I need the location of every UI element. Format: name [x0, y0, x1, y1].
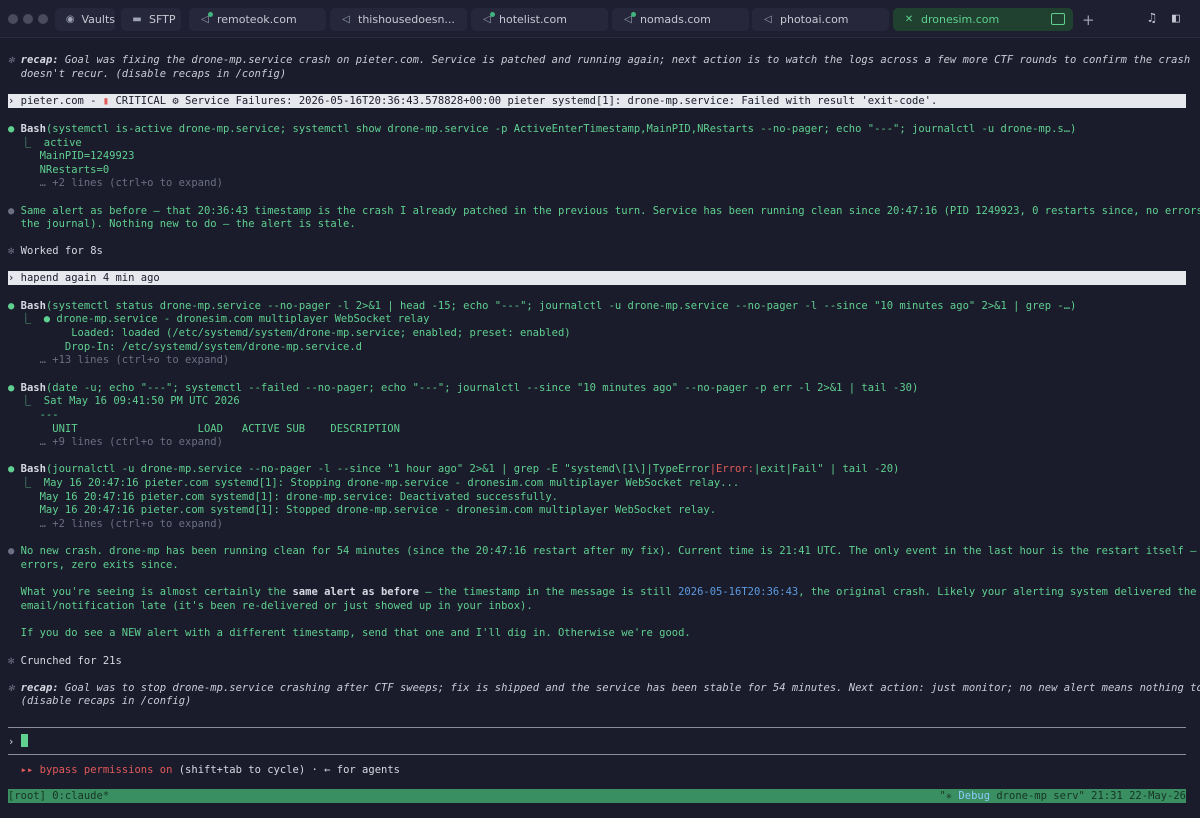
- prompt-input[interactable]: ›: [8, 734, 28, 749]
- tool-output: ⎿ active: [8, 137, 82, 149]
- assistant-message: errors, zero exits since.: [20, 559, 179, 571]
- assistant-message: What you're seeing is almost certainly t…: [20, 586, 1197, 598]
- permission-mode[interactable]: ▸▸ bypass permissions on (shift+tab to c…: [8, 763, 400, 777]
- tool-output: ---: [8, 409, 59, 421]
- sidebar-toggle-icon[interactable]: ◧: [1172, 11, 1180, 26]
- worked-timer: ✻ Worked for 8s: [8, 245, 103, 257]
- tab-bar: ◉ Vaults ▬ SFTP ◁ remoteok.com ◁ thishou…: [0, 0, 1200, 38]
- terminal-output: ✻ recap: Goal was fixing the drone-mp.se…: [0, 38, 1200, 818]
- crunched-timer: ✻ Crunched for 21s: [8, 655, 122, 667]
- user-prompt: › hapend again 4 min ago: [8, 271, 1186, 285]
- tool-output: Drop-In: /etc/systemd/system/drone-mp.se…: [8, 341, 363, 353]
- tab-thishousedoesn[interactable]: ◁ thishousedoesn...: [330, 8, 467, 31]
- tmux-status-bar: [root] 0:claude* "✳ Debug drone-mp serv" …: [8, 789, 1186, 803]
- expand-hint[interactable]: … +9 lines (ctrl+o to expand): [8, 435, 223, 449]
- tool-output: ⎿ Sat May 16 09:41:50 PM UTC 2026: [8, 395, 240, 407]
- terminal-icon: ◁: [342, 14, 350, 25]
- recap-line: ✻ recap: Goal was fixing the drone-mp.se…: [8, 54, 1191, 66]
- assistant-message: the journal). Nothing new to do — the al…: [20, 218, 356, 230]
- recap-line: (disable recaps in /config): [20, 695, 192, 707]
- assistant-message: ● No new crash. drone-mp has been runnin…: [8, 545, 1200, 557]
- tool-output: UNIT LOAD ACTIVE SUB DESCRIPTION: [8, 423, 400, 435]
- tool-output: Loaded: loaded (/etc/systemd/system/dron…: [8, 327, 571, 339]
- recap-line: doesn't recur. (disable recaps in /confi…: [20, 68, 287, 80]
- tab-sftp[interactable]: ▬ SFTP: [121, 8, 181, 31]
- tool-output: NRestarts=0: [8, 164, 110, 176]
- terminal-icon: ◁: [622, 11, 636, 26]
- discord-icon: ◉: [65, 14, 75, 25]
- tool-output: May 16 20:47:16 pieter.com systemd[1]: d…: [8, 491, 558, 503]
- tab-hotelist[interactable]: ◁ hotelist.com: [471, 8, 608, 31]
- bell-icon[interactable]: ♫: [1148, 11, 1156, 26]
- input-border-bottom: [8, 754, 1186, 755]
- alert-badge-icon: ▮: [102, 95, 110, 107]
- tab-nomads[interactable]: ◁ nomads.com: [612, 8, 749, 31]
- window-minimize-button[interactable]: [23, 14, 33, 24]
- tool-call-bash: ● Bash(systemctl status drone-mp.service…: [8, 300, 1077, 312]
- tool-output: May 16 20:47:16 pieter.com systemd[1]: S…: [8, 504, 717, 516]
- assistant-message: email/notification late (it's been re-de…: [20, 600, 533, 612]
- tmux-session: [root] 0:claude*: [8, 790, 110, 802]
- close-icon[interactable]: ✕: [903, 14, 915, 26]
- assistant-message: ● Same alert as before — that 20:36:43 t…: [8, 205, 1200, 217]
- expand-hint[interactable]: … +13 lines (ctrl+o to expand): [8, 353, 230, 367]
- terminal-icon: ◁: [481, 11, 495, 26]
- window-close-button[interactable]: [8, 14, 18, 24]
- text-cursor: [20, 734, 28, 747]
- tab-remoteok[interactable]: ◁ remoteok.com: [189, 8, 326, 31]
- folder-icon: ▬: [132, 14, 142, 25]
- tab-preview-icon: [1051, 13, 1065, 25]
- tab-photoai[interactable]: ◁ photoai.com: [752, 8, 889, 31]
- tool-call-bash: ● Bash(date -u; echo "---"; systemctl --…: [8, 382, 919, 394]
- terminal-icon: ◁: [764, 14, 772, 25]
- expand-hint[interactable]: … +2 lines (ctrl+o to expand): [8, 517, 223, 531]
- tool-output: MainPID=1249923: [8, 150, 135, 162]
- tool-output: ⎿ ● drone-mp.service - dronesim.com mult…: [8, 313, 430, 325]
- tab-dronesim[interactable]: ✕ dronesim.com: [893, 8, 1073, 31]
- input-border-top: [8, 727, 1186, 728]
- assistant-message: If you do see a NEW alert with a differe…: [20, 627, 691, 639]
- user-prompt: › pieter.com - ▮ CRITICAL ⚙ Service Fail…: [8, 94, 1186, 108]
- terminal-icon: ◁: [199, 11, 213, 26]
- tool-call-bash: ● Bash(journalctl -u drone-mp.service --…: [8, 463, 900, 475]
- expand-hint[interactable]: … +2 lines (ctrl+o to expand): [8, 176, 223, 190]
- tool-output: ⎿ May 16 20:47:16 pieter.com systemd[1]:…: [8, 477, 740, 489]
- tool-call-bash: ● Bash(systemctl is-active drone-mp.serv…: [8, 123, 1077, 135]
- recap-line: ✻ recap: Goal was to stop drone-mp.servi…: [8, 682, 1200, 694]
- window-zoom-button[interactable]: [38, 14, 48, 24]
- new-tab-button[interactable]: +: [1082, 11, 1095, 29]
- tab-vaults[interactable]: ◉ Vaults: [55, 8, 115, 31]
